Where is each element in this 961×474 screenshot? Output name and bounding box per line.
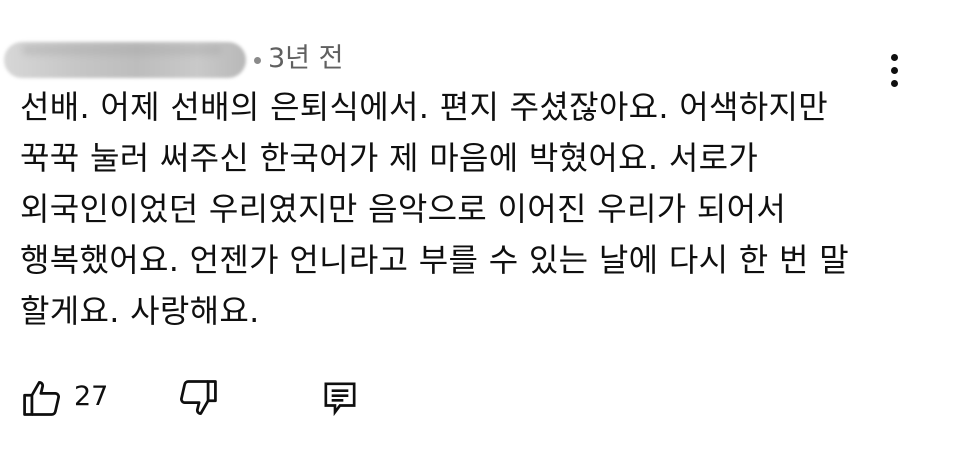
comment-text: 선배. 어제 선배의 은퇴식에서. 편지 주셨잖아요. 어색하지만 꾹꾹 눌러 … <box>20 88 849 330</box>
dislike-button[interactable] <box>174 374 222 422</box>
comment: 3년 전 선배. 어제 선배의 은퇴식에서. 편지 주셨잖아요. 어색하지만 꾹… <box>0 0 961 474</box>
comment-time: 3년 전 <box>268 43 344 74</box>
reply-button[interactable] <box>316 374 364 422</box>
author-name-redacted[interactable] <box>4 42 246 78</box>
reply-comment-icon <box>324 382 356 417</box>
thumb-down-icon <box>180 380 217 415</box>
more-vert-icon <box>890 53 898 61</box>
thumb-up-icon <box>23 381 60 416</box>
comment-actions: 27 <box>0 370 961 426</box>
separator-dot <box>254 57 261 64</box>
like-button[interactable] <box>18 374 66 422</box>
like-count: 27 <box>74 381 109 412</box>
more-vert-icon-dot <box>890 66 898 74</box>
